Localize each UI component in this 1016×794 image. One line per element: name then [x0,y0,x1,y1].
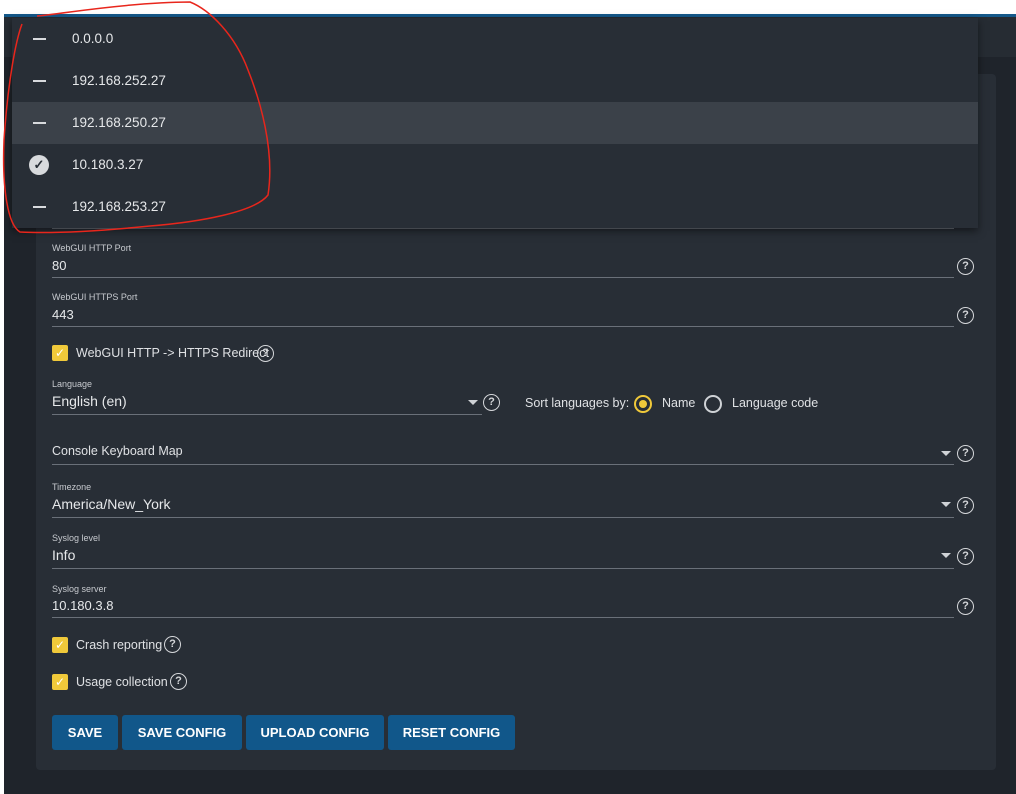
https-port-underline [52,326,954,327]
redirect-checkbox[interactable]: ✓ [52,345,68,361]
sort-name-radio[interactable] [634,395,652,413]
http-port-input[interactable]: 80 [52,258,952,276]
option-label: 0.0.0.0 [72,31,114,46]
check-circle-icon: ✓ [29,155,49,175]
unchecked-dash-icon [33,206,46,208]
save-config-button[interactable]: SAVE CONFIG [122,715,242,750]
unchecked-dash-icon [33,122,46,124]
chevron-down-icon [941,451,951,456]
help-icon[interactable]: ? [957,445,974,462]
syslog-server-input[interactable]: 10.180.3.8 [52,598,952,616]
dropdown-option[interactable]: 192.168.253.27 [12,186,978,228]
chevron-down-icon [941,553,951,558]
bind-address-underline [52,228,954,229]
sort-code-radio[interactable] [704,395,722,413]
syslog-level-underline [52,568,954,569]
syslog-server-underline [52,617,954,618]
language-label: Language [52,379,93,389]
keyboard-map-select[interactable]: Console Keyboard Map [52,444,942,462]
dropdown-option[interactable]: ✓ 10.180.3.27 [12,144,978,186]
dropdown-option[interactable]: 192.168.250.27 [12,102,978,144]
help-icon[interactable]: ? [957,497,974,514]
option-label: 10.180.3.27 [72,157,144,172]
timezone-select[interactable]: America/New_York [52,496,932,516]
syslog-level-select[interactable]: Info [52,547,932,567]
http-port-label: WebGUI HTTP Port [52,243,132,253]
dropdown-option[interactable]: 0.0.0.0 [12,18,978,60]
redirect-label: WebGUI HTTP -> HTTPS Redirect [76,346,269,360]
dropdown-option[interactable]: 192.168.252.27 [12,60,978,102]
help-icon[interactable]: ? [957,258,974,275]
option-label: 192.168.252.27 [72,73,166,88]
crash-reporting-checkbox[interactable]: ✓ [52,637,68,653]
chevron-down-icon [941,502,951,507]
upload-config-button[interactable]: UPLOAD CONFIG [246,715,384,750]
help-icon[interactable]: ? [170,673,187,690]
crash-reporting-label: Crash reporting [76,638,163,652]
chevron-down-icon [468,400,478,405]
help-icon[interactable]: ? [957,598,974,615]
https-port-label: WebGUI HTTPS Port [52,292,138,302]
usage-collection-label: Usage collection [76,675,168,689]
help-icon[interactable]: ? [957,307,974,324]
syslog-server-label: Syslog server [52,584,107,594]
option-label: 192.168.250.27 [72,115,166,130]
usage-collection-checkbox[interactable]: ✓ [52,674,68,690]
sort-name-label: Name [662,396,696,410]
timezone-label: Timezone [52,482,92,492]
https-port-input[interactable]: 443 [52,307,952,325]
keyboard-underline [52,464,954,465]
option-label: 192.168.253.27 [72,199,166,214]
syslog-level-label: Syslog level [52,533,101,543]
timezone-underline [52,517,954,518]
ip-address-dropdown: 0.0.0.0 192.168.252.27 192.168.250.27 ✓ 1… [12,18,978,228]
save-button[interactable]: SAVE [52,715,118,750]
language-select[interactable]: English (en) [52,393,480,413]
help-icon[interactable]: ? [483,394,500,411]
sort-languages-label: Sort languages by: [525,396,630,410]
reset-config-button[interactable]: RESET CONFIG [388,715,515,750]
help-icon[interactable]: ? [164,636,181,653]
help-icon[interactable]: ? [957,548,974,565]
language-underline [52,414,482,415]
unchecked-dash-icon [33,38,46,40]
http-port-underline [52,277,954,278]
help-icon[interactable]: ? [257,345,274,362]
sort-code-label: Language code [732,396,819,410]
unchecked-dash-icon [33,80,46,82]
